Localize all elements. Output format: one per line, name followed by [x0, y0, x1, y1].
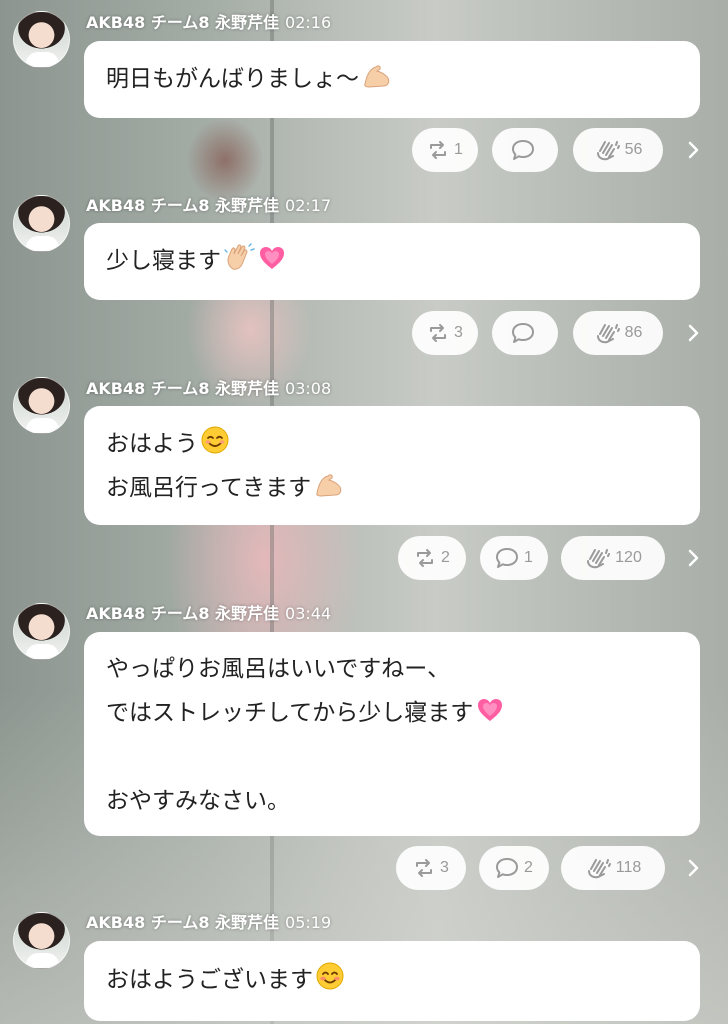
clapping-hands-icon	[587, 549, 611, 569]
message-line: やっぱりお風呂はいいですねー、	[106, 656, 451, 682]
reply-button[interactable]	[492, 311, 558, 355]
growing-heart-icon	[257, 243, 287, 287]
post-actions: 3 2 118	[0, 846, 728, 890]
clap-button[interactable]: 120	[561, 536, 665, 580]
avatar[interactable]	[13, 11, 70, 68]
clap-button[interactable]: 56	[573, 128, 663, 172]
smiling-face-blush-icon	[315, 961, 345, 1006]
retweet-button[interactable]: 2	[398, 536, 466, 580]
clap-count: 56	[624, 141, 643, 158]
author-name[interactable]: AKB48 チーム8 永野芹佳	[86, 13, 279, 32]
post-time: 02:16	[285, 13, 332, 32]
chevron-right-icon[interactable]	[679, 852, 707, 884]
post-time: 02:17	[285, 196, 332, 215]
clap-button[interactable]: 118	[561, 846, 665, 890]
clap-button[interactable]: 86	[573, 311, 663, 355]
post-header: AKB48 チーム8 永野芹佳 02:16	[86, 9, 331, 33]
retweet-count: 3	[454, 324, 463, 341]
speech-bubble-icon	[511, 140, 534, 160]
retweet-count: 2	[441, 549, 450, 566]
flexed-biceps-icon	[361, 61, 393, 105]
reply-count: 2	[524, 859, 533, 876]
chevron-right-icon[interactable]	[679, 317, 707, 349]
reply-button[interactable]: 2	[479, 846, 549, 890]
reply-button[interactable]: 1	[480, 536, 548, 580]
post-time: 03:08	[285, 379, 332, 398]
waving-hand-icon	[223, 242, 255, 287]
message-line: 明日もがんばりましょ〜	[106, 57, 678, 101]
message-bubble[interactable]: 明日もがんばりましょ〜	[84, 41, 700, 118]
post-actions: 1 56	[0, 128, 728, 172]
reply-button[interactable]	[492, 128, 558, 172]
message-bubble[interactable]: 少し寝ます	[84, 223, 700, 300]
speech-bubble-icon	[496, 858, 519, 878]
smiling-face-icon	[200, 425, 230, 470]
retweet-icon	[430, 141, 447, 159]
avatar[interactable]	[13, 912, 70, 969]
clapping-hands-icon	[596, 324, 620, 344]
author-name[interactable]: AKB48 チーム8 永野芹佳	[86, 604, 279, 623]
avatar[interactable]	[13, 603, 70, 660]
timeline-feed[interactable]: AKB48 チーム8 永野芹佳 02:16 明日もがんばりましょ〜 1 56 A…	[0, 0, 728, 1024]
message-line: おはよう	[106, 422, 678, 466]
post-actions: 3 86	[0, 311, 728, 355]
reply-count: 1	[524, 549, 533, 566]
message-line: おやすみなさい。	[106, 788, 290, 814]
message-bubble[interactable]: おはようございます	[84, 941, 700, 1021]
post-time: 03:44	[285, 604, 332, 623]
flexed-biceps-icon	[313, 470, 345, 514]
post-time: 05:19	[285, 913, 332, 932]
clapping-hands-icon	[596, 141, 620, 161]
retweet-button[interactable]: 3	[396, 846, 466, 890]
avatar[interactable]	[13, 377, 70, 434]
clap-count: 118	[615, 859, 642, 876]
retweet-count: 1	[454, 141, 463, 158]
clapping-hands-icon	[587, 859, 611, 879]
retweet-button[interactable]: 1	[412, 128, 478, 172]
message-line: お風呂行ってきます	[106, 466, 678, 510]
speech-bubble-icon	[496, 548, 519, 568]
post-actions: 2 1 120	[0, 536, 728, 580]
retweet-icon	[430, 324, 447, 342]
message-line: ではストレッチしてから少し寝ます	[106, 691, 678, 735]
clap-count: 120	[615, 549, 642, 566]
avatar[interactable]	[13, 195, 70, 252]
retweet-count: 3	[440, 859, 449, 876]
post-header: AKB48 チーム8 永野芹佳 05:19	[86, 909, 331, 933]
retweet-icon	[417, 549, 434, 567]
post-header: AKB48 チーム8 永野芹佳 03:44	[86, 600, 331, 624]
author-name[interactable]: AKB48 チーム8 永野芹佳	[86, 913, 279, 932]
clap-count: 86	[624, 324, 643, 341]
post-header: AKB48 チーム8 永野芹佳 02:17	[86, 192, 331, 216]
author-name[interactable]: AKB48 チーム8 永野芹佳	[86, 196, 279, 215]
message-line: 少し寝ます	[106, 239, 678, 283]
message-bubble[interactable]: おはよう お風呂行ってきます	[84, 406, 700, 525]
chevron-right-icon[interactable]	[679, 542, 707, 574]
retweet-icon	[416, 859, 433, 877]
speech-bubble-icon	[511, 323, 534, 343]
growing-heart-icon	[475, 695, 505, 739]
post-header: AKB48 チーム8 永野芹佳 03:08	[86, 375, 331, 399]
chevron-right-icon[interactable]	[679, 134, 707, 166]
message-bubble[interactable]: やっぱりお風呂はいいですねー、 ではストレッチしてから少し寝ます おやすみなさい…	[84, 632, 700, 836]
retweet-button[interactable]: 3	[412, 311, 478, 355]
author-name[interactable]: AKB48 チーム8 永野芹佳	[86, 379, 279, 398]
message-line: おはようございます	[106, 958, 678, 1002]
